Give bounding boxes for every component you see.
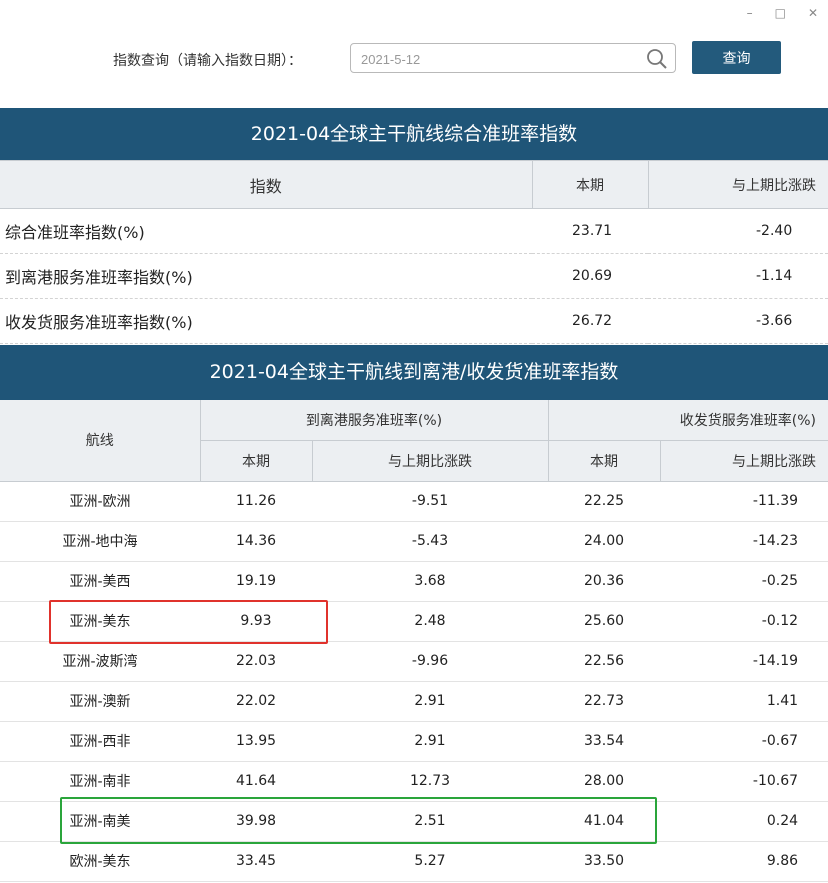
date-input[interactable] xyxy=(359,49,643,69)
route-name: 亚洲-西非 xyxy=(0,721,200,762)
cargo-current: 33.50 xyxy=(548,841,661,882)
table-row: 亚洲-西非 13.95 2.91 33.54 -0.67 xyxy=(0,721,828,762)
cargo-change: -14.23 xyxy=(660,521,828,562)
route-name: 欧洲-美东 xyxy=(0,841,200,882)
table-row: 亚洲-南美 39.98 2.51 41.04 0.24 xyxy=(0,801,828,842)
table-header-row: 指数 本期 与上期比涨跌 xyxy=(0,160,828,209)
port-change: 3.68 xyxy=(312,561,549,602)
table-row: 亚洲-美东 9.93 2.48 25.60 -0.12 xyxy=(0,601,828,642)
header-current: 本期 xyxy=(532,160,649,209)
header-index: 指数 xyxy=(0,160,533,209)
cargo-change: -0.25 xyxy=(660,561,828,602)
port-change: 5.27 xyxy=(312,841,549,882)
index-current: 20.69 xyxy=(532,253,648,299)
port-current: 22.02 xyxy=(200,681,312,722)
search-icon[interactable] xyxy=(645,47,669,71)
table-row: 亚洲-美西 19.19 3.68 20.36 -0.25 xyxy=(0,561,828,602)
port-change: 2.51 xyxy=(312,801,549,842)
port-current: 39.98 xyxy=(200,801,312,842)
query-bar: 指数查询（请输入指数日期）： 查询 xyxy=(0,0,828,108)
query-label: 指数查询（请输入指数日期）： xyxy=(113,53,302,69)
header-cargo-service: 收发货服务准班率(%) xyxy=(548,400,828,441)
composite-index-table: 指数 本期 与上期比涨跌 综合准班率指数(%) 23.71 -2.40 到离港服… xyxy=(0,160,828,344)
header-port-change: 与上期比涨跌 xyxy=(312,440,549,482)
index-name: 到离港服务准班率指数(%) xyxy=(0,253,532,299)
cargo-current: 41.04 xyxy=(548,801,661,842)
port-current: 9.93 xyxy=(200,601,312,642)
cargo-change: 9.86 xyxy=(660,841,828,882)
cargo-current: 33.54 xyxy=(548,721,661,762)
cargo-change: 1.41 xyxy=(660,681,828,722)
header-cargo-current: 本期 xyxy=(548,440,661,482)
cargo-current: 28.00 xyxy=(548,761,661,802)
route-index-table: 航线 到离港服务准班率(%) 收发货服务准班率(%) 本期 与上期比涨跌 本期 … xyxy=(0,400,828,882)
port-change: -9.51 xyxy=(312,481,549,522)
header-cargo-change: 与上期比涨跌 xyxy=(660,440,828,482)
index-current: 23.71 xyxy=(532,208,648,254)
port-change: 2.48 xyxy=(312,601,549,642)
table-row: 亚洲-波斯湾 22.03 -9.96 22.56 -14.19 xyxy=(0,641,828,682)
cargo-change: -14.19 xyxy=(660,641,828,682)
port-current: 13.95 xyxy=(200,721,312,762)
table-row: 亚洲-欧洲 11.26 -9.51 22.25 -11.39 xyxy=(0,481,828,522)
port-current: 19.19 xyxy=(200,561,312,602)
table-row: 综合准班率指数(%) 23.71 -2.40 xyxy=(0,208,828,254)
index-name: 收发货服务准班率指数(%) xyxy=(0,298,532,344)
port-current: 41.64 xyxy=(200,761,312,802)
table-row: 亚洲-南非 41.64 12.73 28.00 -10.67 xyxy=(0,761,828,802)
header-change: 与上期比涨跌 xyxy=(648,160,828,209)
index-change: -1.14 xyxy=(648,253,828,299)
route-name: 亚洲-澳新 xyxy=(0,681,200,722)
route-name: 亚洲-美东 xyxy=(0,601,200,642)
table-row: 亚洲-澳新 22.02 2.91 22.73 1.41 xyxy=(0,681,828,722)
index-change: -3.66 xyxy=(648,298,828,344)
query-button[interactable]: 查询 xyxy=(692,41,781,74)
route-name: 亚洲-波斯湾 xyxy=(0,641,200,682)
header-port-current: 本期 xyxy=(200,440,313,482)
port-change: -5.43 xyxy=(312,521,549,562)
route-name: 亚洲-美西 xyxy=(0,561,200,602)
table-row: 收发货服务准班率指数(%) 26.72 -3.66 xyxy=(0,298,828,344)
port-current: 22.03 xyxy=(200,641,312,682)
cargo-change: -10.67 xyxy=(660,761,828,802)
port-change: 2.91 xyxy=(312,681,549,722)
table-row: 欧洲-美东 33.45 5.27 33.50 9.86 xyxy=(0,841,828,882)
route-name: 亚洲-欧洲 xyxy=(0,481,200,522)
cargo-change: -11.39 xyxy=(660,481,828,522)
table-row: 亚洲-地中海 14.36 -5.43 24.00 -14.23 xyxy=(0,521,828,562)
date-search-box[interactable] xyxy=(350,43,676,73)
cargo-current: 22.56 xyxy=(548,641,661,682)
cargo-current: 22.25 xyxy=(548,481,661,522)
port-current: 33.45 xyxy=(200,841,312,882)
header-port-service: 到离港服务准班率(%) xyxy=(200,400,549,441)
cargo-current: 24.00 xyxy=(548,521,661,562)
index-current: 26.72 xyxy=(532,298,648,344)
cargo-change: -0.67 xyxy=(660,721,828,762)
index-name: 综合准班率指数(%) xyxy=(0,208,532,254)
table1-title: 2021-04全球主干航线综合准班率指数 xyxy=(0,108,828,160)
port-change: 2.91 xyxy=(312,721,549,762)
port-change: 12.73 xyxy=(312,761,549,802)
route-rows: 亚洲-欧洲 11.26 -9.51 22.25 -11.39 亚洲-地中海 14.36 -5.… xyxy=(0,481,828,882)
cargo-current: 25.60 xyxy=(548,601,661,642)
route-name: 亚洲-地中海 xyxy=(0,521,200,562)
header-route: 航线 xyxy=(0,400,201,482)
port-current: 14.36 xyxy=(200,521,312,562)
table2-title: 2021-04全球主干航线到离港/收发货准班率指数 xyxy=(0,345,828,400)
cargo-change: -0.12 xyxy=(660,601,828,642)
cargo-current: 20.36 xyxy=(548,561,661,602)
table-row: 到离港服务准班率指数(%) 20.69 -1.14 xyxy=(0,253,828,299)
port-current: 11.26 xyxy=(200,481,312,522)
table-header-row: 航线 到离港服务准班率(%) 收发货服务准班率(%) xyxy=(0,400,828,482)
cargo-change: 0.24 xyxy=(660,801,828,842)
route-name: 亚洲-南美 xyxy=(0,801,200,842)
port-change: -9.96 xyxy=(312,641,549,682)
index-change: -2.40 xyxy=(648,208,828,254)
cargo-current: 22.73 xyxy=(548,681,661,722)
route-name: 亚洲-南非 xyxy=(0,761,200,802)
